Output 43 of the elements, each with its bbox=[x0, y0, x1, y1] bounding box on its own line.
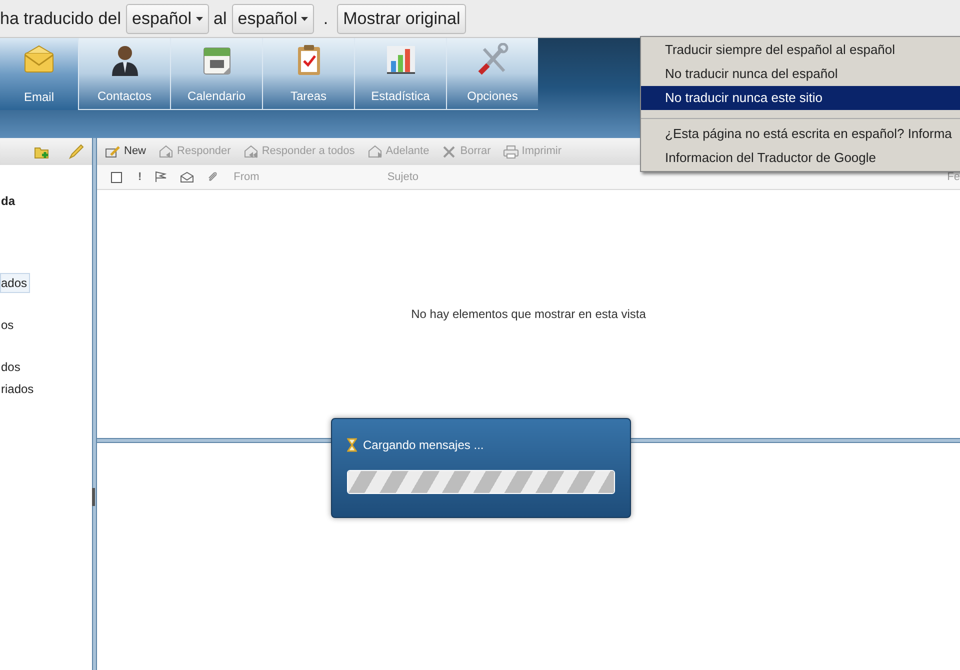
pencil-icon[interactable] bbox=[68, 144, 84, 160]
menu-item[interactable]: Informacion del Traductor de Google bbox=[641, 146, 960, 170]
translate-message: ha traducido del bbox=[0, 8, 121, 30]
hourglass-icon bbox=[347, 438, 357, 452]
folder-item[interactable]: riados bbox=[0, 379, 37, 399]
language-dropdown[interactable]: español bbox=[232, 4, 314, 34]
tools-icon bbox=[476, 43, 510, 77]
folder-item[interactable]: dos bbox=[0, 357, 24, 377]
nav-tab[interactable]: Email bbox=[0, 38, 78, 110]
envelope-icon[interactable] bbox=[180, 172, 194, 182]
nav-tab[interactable]: Estadística bbox=[354, 38, 446, 110]
translate-connector: al bbox=[214, 8, 227, 30]
delete-icon bbox=[441, 144, 458, 158]
select-all-checkbox[interactable] bbox=[111, 172, 122, 182]
folder-item[interactable]: ados bbox=[0, 273, 30, 293]
menu-item[interactable]: No traducir nunca este sitio bbox=[641, 86, 960, 110]
flag-icon[interactable] bbox=[154, 171, 168, 183]
envelope-reply-all-icon bbox=[242, 144, 259, 158]
menu-item[interactable]: Traducir siempre del español al español bbox=[641, 38, 960, 62]
column-header-label[interactable]: Fe bbox=[947, 168, 960, 186]
importance-column[interactable]: ! bbox=[138, 168, 142, 186]
pencil-note-icon bbox=[105, 144, 121, 158]
menu-item[interactable]: ¿Esta página no está escrita en español? Informa bbox=[641, 122, 960, 146]
nav-tab[interactable]: Tareas bbox=[262, 38, 354, 110]
caret-icon bbox=[301, 16, 308, 20]
toolbar-button[interactable]: New bbox=[105, 143, 146, 160]
translate-period: . bbox=[322, 8, 330, 30]
envelope-forward-icon bbox=[366, 144, 383, 158]
language-dropdown[interactable]: español bbox=[126, 4, 209, 34]
folder-item[interactable]: os bbox=[0, 315, 17, 335]
caret-icon bbox=[196, 16, 203, 20]
nav-tab[interactable]: Opciones bbox=[446, 38, 538, 110]
menu-item[interactable]: No traducir nunca del español bbox=[641, 62, 960, 86]
empty-message: No hay elementos que mostrar en esta vista bbox=[411, 306, 646, 323]
printer-icon bbox=[502, 144, 519, 158]
folder-add-icon[interactable] bbox=[34, 144, 50, 158]
nav-tab[interactable]: Calendario bbox=[170, 38, 262, 110]
nav-tab[interactable]: Contactos bbox=[78, 38, 170, 110]
folder-item[interactable]: da bbox=[0, 191, 18, 211]
envelope-reply-icon bbox=[158, 144, 174, 158]
loading-text: Cargando mensajes ... bbox=[363, 437, 484, 454]
splitter-handle[interactable] bbox=[92, 488, 95, 506]
show-original-button[interactable]: Mostrar original bbox=[337, 4, 466, 34]
